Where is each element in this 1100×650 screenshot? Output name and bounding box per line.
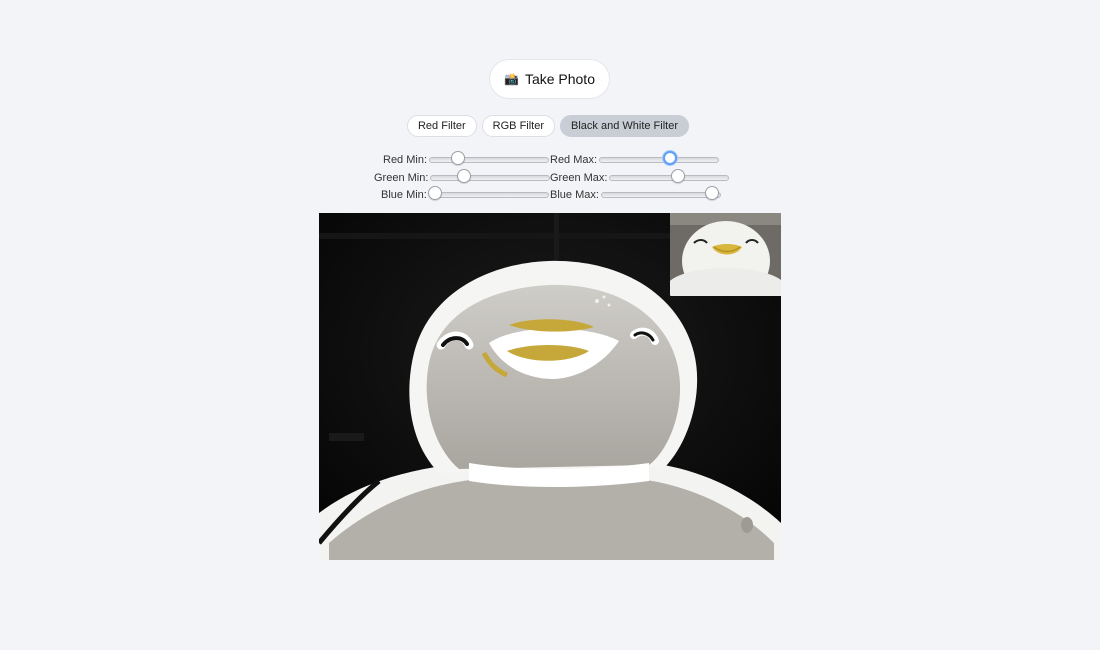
green-max-label: Green Max: (550, 172, 608, 184)
red-min-control: Red Min: (383, 151, 550, 168)
red-min-label: Red Min: (383, 154, 428, 166)
green-max-thumb[interactable] (670, 169, 685, 183)
red-max-slider[interactable] (599, 151, 720, 165)
blue-max-control: Blue Max: (550, 186, 721, 203)
camera-icon: 📸 (503, 72, 519, 86)
green-max-slider[interactable] (609, 169, 730, 183)
blue-min-slider[interactable] (427, 186, 549, 200)
blue-max-slider[interactable] (600, 186, 721, 200)
black-and-white-filter-button[interactable]: Black and White Filter (560, 115, 689, 137)
take-photo-button[interactable]: 📸 Take Photo (489, 59, 610, 99)
red-filter-button[interactable]: Red Filter (406, 115, 477, 137)
green-min-thumb[interactable] (457, 169, 472, 183)
original-camera-preview (670, 213, 781, 296)
penguin-plush-preview (670, 213, 781, 296)
blue-min-label: Blue Min: (381, 189, 427, 201)
blue-max-thumb[interactable] (704, 186, 719, 200)
green-max-control: Green Max: (550, 169, 730, 186)
take-photo-label: Take Photo (524, 71, 595, 87)
blue-min-control: Blue Min: (381, 186, 549, 203)
red-max-control: Red Max: (550, 151, 720, 168)
blue-max-label: Blue Max: (550, 189, 599, 201)
blue-min-thumb[interactable] (427, 186, 442, 200)
rgb-filter-button[interactable]: RGB Filter (481, 115, 556, 137)
green-min-slider[interactable] (430, 169, 551, 183)
red-min-thumb[interactable] (451, 151, 466, 165)
green-min-label: Green Min: (374, 172, 429, 184)
photo-filter-app: 📸 Take Photo Red Filter RGB Filter Black… (0, 0, 1100, 650)
filter-buttons: Red Filter RGB Filter Black and White Fi… (0, 115, 1098, 137)
red-max-thumb[interactable] (662, 151, 677, 165)
red-min-slider[interactable] (429, 151, 550, 165)
red-max-label: Red Max: (550, 154, 598, 166)
green-min-control: Green Min: (374, 169, 551, 186)
